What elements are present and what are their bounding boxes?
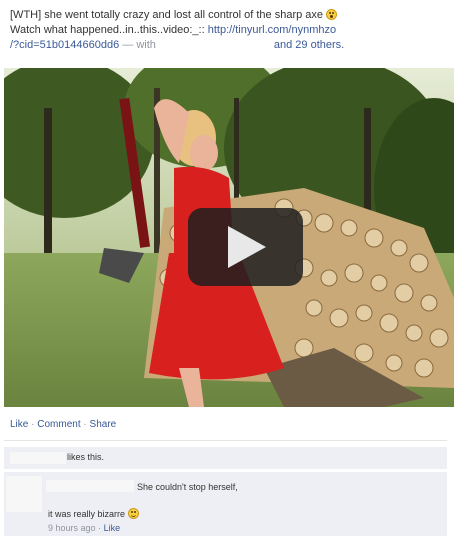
comment-line-2-text: it was really bizarre bbox=[48, 509, 126, 519]
action-separator: · bbox=[83, 419, 87, 430]
video-frame bbox=[4, 68, 454, 407]
comment-text-line-2: it was really bizarre bbox=[48, 508, 139, 519]
share-link[interactable]: Share bbox=[90, 419, 117, 430]
commenter-avatar[interactable] bbox=[6, 476, 42, 512]
post-actions: Like · Comment · Share bbox=[10, 419, 116, 430]
meta-separator: · bbox=[98, 523, 102, 533]
smile-face-icon bbox=[127, 508, 139, 519]
comment-item: She couldn't stop herself, it was really… bbox=[4, 472, 447, 536]
likes-summary: likes this. bbox=[4, 447, 447, 469]
tagged-with-label: — with bbox=[122, 39, 156, 51]
post-link-url-continued[interactable]: /?cid=51b0144660dd6 bbox=[10, 39, 119, 51]
post-message: [WTH] she went totally crazy and lost al… bbox=[10, 8, 450, 53]
post-line-2-text: Watch what happened..in..this..video:_:: bbox=[10, 24, 205, 36]
play-button-icon[interactable] bbox=[188, 208, 303, 286]
comment-text-line-1: She couldn't stop herself, bbox=[137, 482, 238, 492]
post-link-url[interactable]: http://tinyurl.com/nynmhzo bbox=[208, 24, 336, 36]
likes-text: likes this. bbox=[67, 452, 105, 462]
post-line-1: [WTH] she went totally crazy and lost al… bbox=[10, 9, 324, 21]
redacted-commenter-name[interactable] bbox=[46, 480, 134, 492]
surprised-face-icon bbox=[326, 9, 338, 20]
action-separator: · bbox=[31, 419, 35, 430]
divider bbox=[4, 440, 447, 441]
tagged-others-link[interactable]: and 29 others. bbox=[274, 39, 344, 51]
video-thumbnail[interactable] bbox=[4, 68, 454, 407]
comment-link[interactable]: Comment bbox=[37, 419, 80, 430]
comment-meta: 9 hours ago · Like bbox=[48, 523, 120, 533]
redacted-liker-name bbox=[10, 452, 66, 464]
comment-like-link[interactable]: Like bbox=[104, 523, 121, 533]
comment-timestamp[interactable]: 9 hours ago bbox=[48, 523, 96, 533]
like-link[interactable]: Like bbox=[10, 419, 28, 430]
